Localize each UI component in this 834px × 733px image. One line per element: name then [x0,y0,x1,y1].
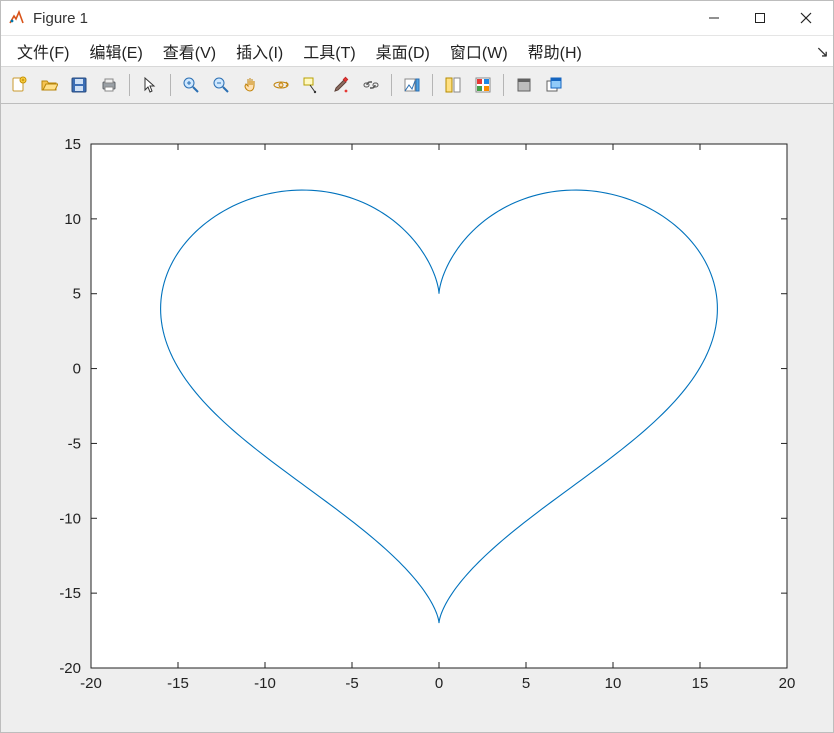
toolbar-separator [391,74,392,96]
toolbar-separator [503,74,504,96]
svg-text:-15: -15 [59,585,81,602]
menu-insert[interactable]: 插入(I) [226,36,293,66]
menu-window[interactable]: 窗口(W) [440,36,518,66]
legend-icon[interactable] [439,71,467,99]
toolbar-separator [170,74,171,96]
svg-text:5: 5 [522,675,530,692]
save-icon[interactable] [65,71,93,99]
close-button[interactable] [783,2,829,34]
svg-text:10: 10 [605,675,622,692]
svg-text:0: 0 [435,675,443,692]
svg-text:5: 5 [73,286,81,303]
undock-icon[interactable] [540,71,568,99]
toolbar [1,67,833,104]
toolbar-separator [129,74,130,96]
axes[interactable]: -20 -15 -10 -5 0 5 10 15 20 -20 -15 -10 -5 0 5 10 15 [29,132,805,704]
titlebar: Figure 1 [1,1,833,36]
menu-view[interactable]: 查看(V) [153,36,226,66]
svg-text:0: 0 [73,361,81,378]
svg-text:15: 15 [692,675,709,692]
svg-text:-10: -10 [59,510,81,527]
menu-file[interactable]: 文件(F) [7,36,79,66]
menu-help[interactable]: 帮助(H) [518,36,592,66]
menu-tools[interactable]: 工具(T) [293,36,365,66]
svg-text:-5: -5 [345,675,358,692]
figure-client: -20 -15 -10 -5 0 5 10 15 20 -20 -15 -10 -5 0 5 10 15 [1,104,833,732]
menu-edit[interactable]: 编辑(E) [79,36,152,66]
pan-icon[interactable] [237,71,265,99]
plot-browser-icon[interactable] [469,71,497,99]
menubar-overflow-icon[interactable]: ↘ [816,42,829,62]
toolbar-separator [432,74,433,96]
zoom-in-icon[interactable] [177,71,205,99]
svg-text:-15: -15 [167,675,189,692]
matlab-icon [7,9,25,27]
link-icon[interactable] [357,71,385,99]
brush-icon[interactable] [327,71,355,99]
svg-text:10: 10 [64,211,81,228]
open-file-icon[interactable] [35,71,63,99]
rotate3d-icon[interactable] [267,71,295,99]
figure-window: Figure 1 文件(F) 编辑(E) 查看(V) 插入(I) 工具(T) 桌… [0,0,834,733]
dock-icon[interactable] [510,71,538,99]
svg-text:15: 15 [64,136,81,153]
svg-text:20: 20 [779,675,796,692]
minimize-button[interactable] [691,2,737,34]
pointer-icon[interactable] [136,71,164,99]
print-icon[interactable] [95,71,123,99]
new-figure-icon[interactable] [5,71,33,99]
maximize-button[interactable] [737,2,783,34]
data-cursor-icon[interactable] [297,71,325,99]
svg-text:-20: -20 [80,675,102,692]
svg-text:-10: -10 [254,675,276,692]
menu-desktop[interactable]: 桌面(D) [366,36,440,66]
window-title: Figure 1 [33,10,88,27]
axes-panel: -20 -15 -10 -5 0 5 10 15 20 -20 -15 -10 -5 0 5 10 15 [29,132,805,704]
menubar: 文件(F) 编辑(E) 查看(V) 插入(I) 工具(T) 桌面(D) 窗口(W… [1,36,833,67]
svg-text:-5: -5 [68,435,81,452]
colorbar-icon[interactable] [398,71,426,99]
zoom-out-icon[interactable] [207,71,235,99]
svg-text:-20: -20 [59,660,81,677]
